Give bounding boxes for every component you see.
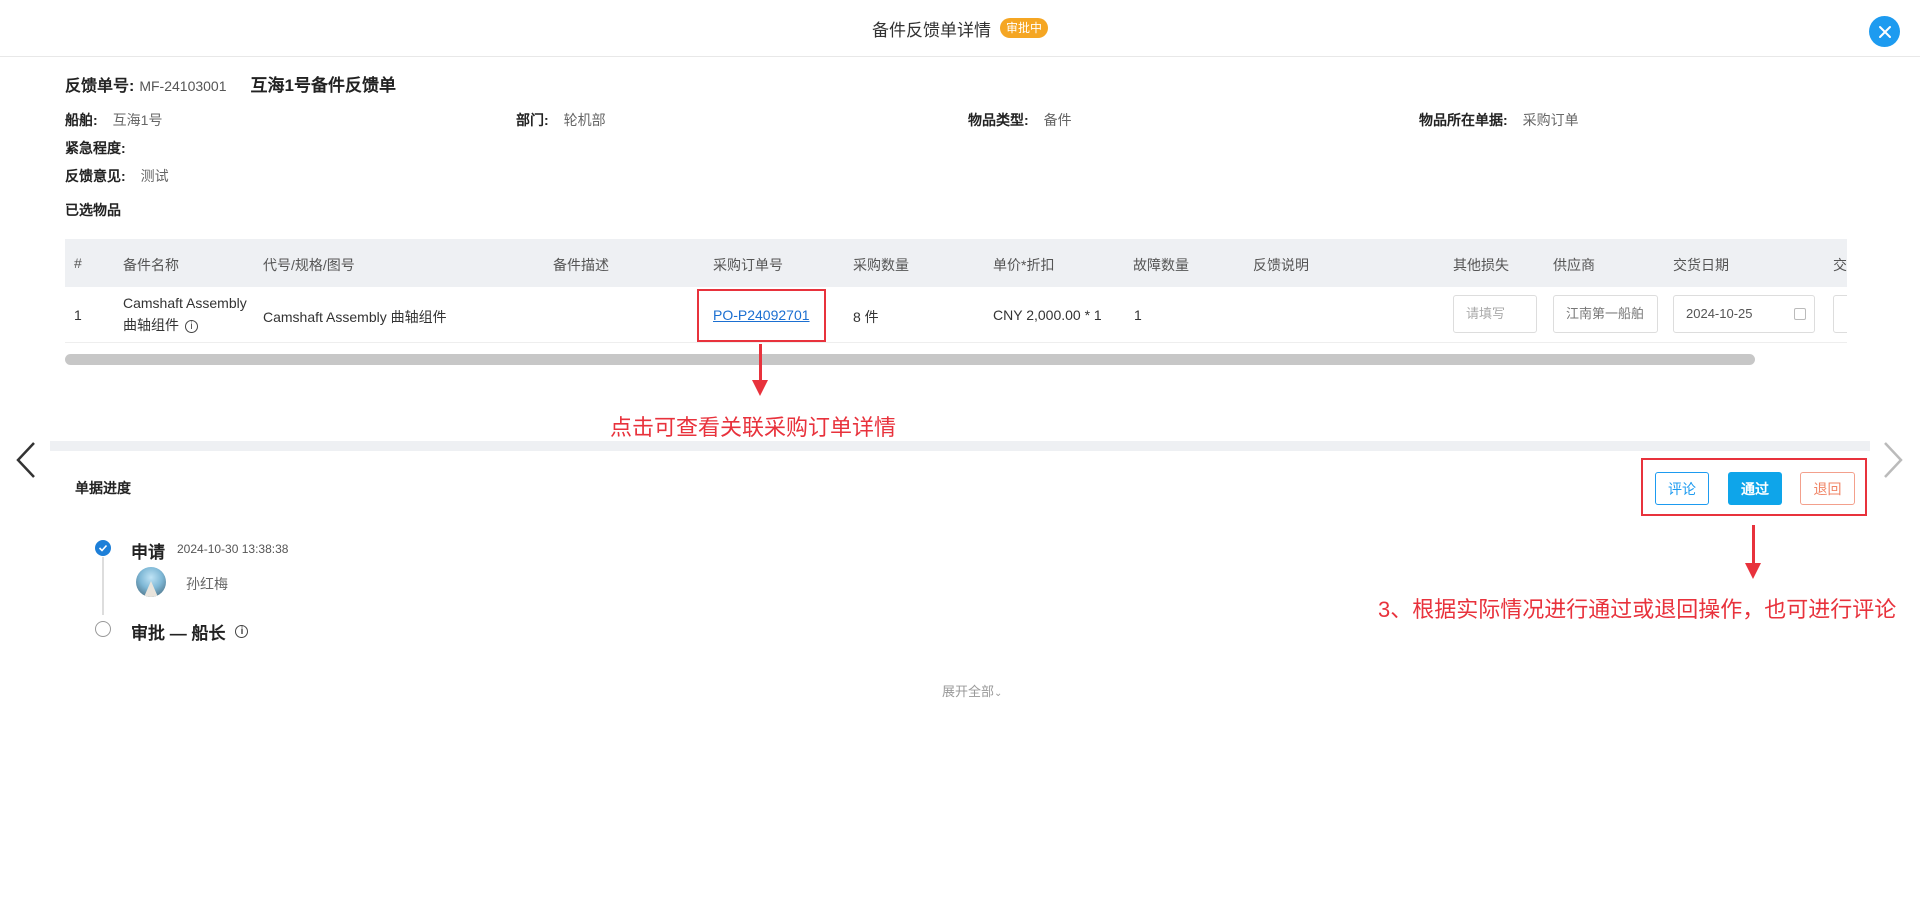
ship-label: 船舶: (65, 112, 98, 128)
col-delivery-date: 交货日期 (1673, 257, 1729, 273)
expand-all-label: 展开全部 (942, 684, 995, 699)
delivery-date-field[interactable]: 2024-10-25 (1673, 295, 1815, 333)
step-approve-title: 审批 — 船长 (131, 624, 226, 643)
col-description: 备件描述 (553, 257, 609, 273)
info-icon[interactable]: i (235, 625, 249, 638)
doc-header: 反馈单号: MF-24103001 互海1号备件反馈单 (65, 71, 396, 96)
row-index: 1 (74, 307, 82, 323)
step-apply-time: 2024-10-30 13:38:38 (177, 542, 289, 556)
dept-value: 轮机部 (563, 112, 606, 128)
source-doc-value: 采购订单 (1522, 112, 1579, 128)
po-arrow-line (759, 344, 762, 382)
item-type-value: 备件 (1043, 112, 1072, 128)
row-code: Camshaft Assembly 曲轴组件 (263, 309, 447, 325)
check-icon (95, 540, 111, 556)
step-approve-row: 审批 — 船长 i (131, 619, 249, 644)
doc-number: MF-24103001 (139, 78, 227, 94)
avatar (136, 567, 166, 597)
close-icon (1878, 25, 1891, 38)
field-source-doc: 物品所在单据: 采购订单 (1419, 110, 1579, 130)
dept-label: 部门: (516, 112, 549, 128)
action-arrow-head (1745, 563, 1761, 579)
col-supplier: 供应商 (1553, 257, 1595, 273)
timeline-line (102, 557, 104, 615)
row-name-en: Camshaft Assembly (123, 295, 247, 311)
col-price: 单价*折扣 (993, 257, 1055, 273)
field-ship: 船舶: 互海1号 (65, 110, 162, 130)
col-po-number: 采购订单号 (713, 257, 783, 273)
col-feedback-note: 反馈说明 (1253, 257, 1309, 273)
feedback-value: 测试 (140, 168, 169, 184)
action-arrow-line (1752, 525, 1755, 565)
horizontal-scrollbar[interactable] (65, 354, 1755, 365)
row-fault-qty: 1 (1134, 307, 1142, 323)
col-index: # (74, 255, 82, 271)
other-loss-input[interactable]: 请填写 (1453, 295, 1537, 333)
item-type-label: 物品类型: (968, 112, 1029, 128)
field-dept: 部门: 轮机部 (516, 110, 606, 130)
info-icon[interactable]: i (185, 319, 198, 333)
ship-value: 互海1号 (112, 112, 163, 128)
next-arrow-icon[interactable] (1881, 440, 1905, 480)
calendar-icon (1794, 308, 1806, 320)
supplier-field[interactable]: 江南第一船舶 (1553, 295, 1658, 333)
po-arrow-head (752, 380, 768, 396)
return-button[interactable]: 退回 (1800, 472, 1855, 505)
col-name: 备件名称 (123, 257, 179, 273)
urgency-label: 紧急程度: (65, 140, 126, 156)
page-title: 备件反馈单详情 (871, 20, 991, 40)
feedback-label: 反馈意见: (65, 168, 126, 184)
source-doc-label: 物品所在单据: (1419, 112, 1508, 128)
close-button[interactable] (1869, 16, 1900, 47)
comment-button[interactable]: 评论 (1655, 472, 1709, 505)
delivery-date-value: 2024-10-25 (1686, 306, 1753, 321)
items-table: # 备件名称 代号/规格/图号 备件描述 采购订单号 采购数量 单价*折扣 故障… (65, 239, 1847, 345)
row-qty: 8 件 (853, 309, 879, 325)
status-badge: 审批中 (999, 18, 1048, 38)
prev-arrow-icon[interactable] (14, 440, 38, 480)
truncated-field[interactable] (1833, 295, 1847, 333)
chevron-down-icon: ⌄ (994, 688, 1003, 699)
section-divider (50, 441, 1870, 451)
pending-circle-icon (95, 621, 111, 637)
col-truncated: 交 (1833, 257, 1847, 273)
step-apply-title: 申请 (131, 543, 165, 562)
approve-button[interactable]: 通过 (1728, 472, 1782, 505)
action-hint-annotation: 3、根据实际情况进行通过或退回操作，也可进行评论 (1378, 597, 1897, 622)
col-other-loss: 其他损失 (1453, 257, 1509, 273)
po-highlight-box (697, 289, 826, 342)
doc-name: 互海1号备件反馈单 (250, 76, 396, 95)
expand-all-link[interactable]: 展开全部⌄ (942, 681, 1002, 700)
selected-items-label: 已选物品 (65, 202, 121, 218)
row-price: CNY 2,000.00 * 1 (993, 307, 1102, 323)
title-bar: 备件反馈单详情 审批中 (0, 0, 1920, 57)
doc-number-label: 反馈单号: (65, 78, 135, 95)
progress-title: 单据进度 (75, 480, 131, 496)
step-apply-person: 孙红梅 (186, 576, 228, 592)
table-header: # 备件名称 代号/规格/图号 备件描述 采购订单号 采购数量 单价*折扣 故障… (65, 239, 1847, 287)
table-row: 1 Camshaft Assembly 曲轴组件 i Camshaft Assem… (65, 287, 1847, 343)
field-urgency: 紧急程度: (65, 138, 141, 158)
col-code: 代号/规格/图号 (263, 257, 355, 273)
col-fault-qty: 故障数量 (1133, 257, 1189, 273)
row-name-cn: 曲轴组件 (123, 317, 179, 333)
row-name-cn-wrap: 曲轴组件 i (123, 315, 198, 335)
po-hint-annotation: 点击可查看关联采购订单详情 (610, 415, 897, 440)
field-feedback: 反馈意见: 测试 (65, 166, 169, 186)
field-item-type: 物品类型: 备件 (968, 110, 1072, 130)
col-qty: 采购数量 (853, 257, 909, 273)
